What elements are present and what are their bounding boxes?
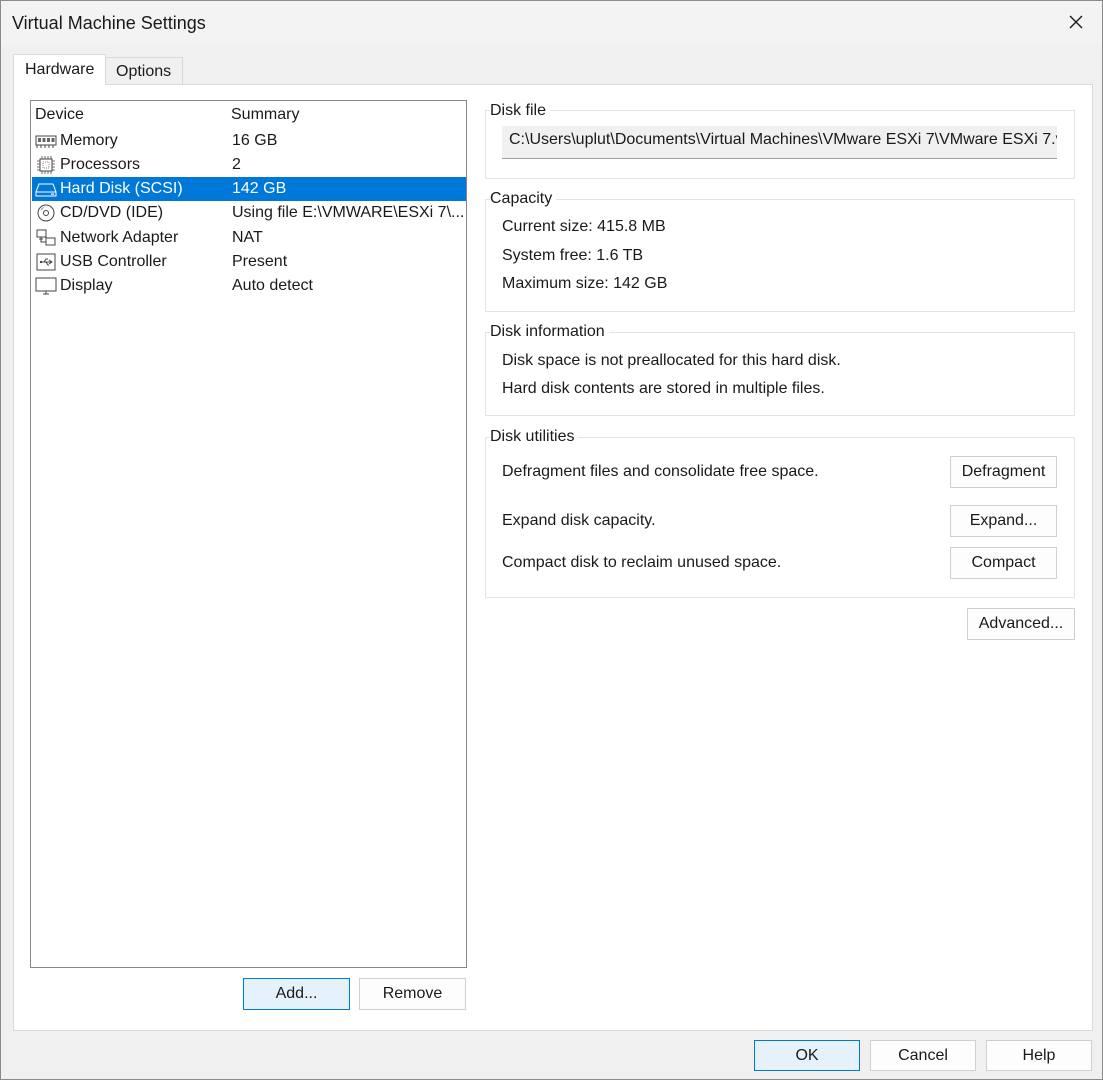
processor-icon <box>35 156 57 174</box>
disk-info-multiple-files-text: Hard disk contents are stored in multipl… <box>502 380 825 397</box>
help-button-label: Help <box>1022 1046 1056 1064</box>
hard-disk-icon <box>35 180 57 198</box>
system-free-text: System free: 1.6 TB <box>502 247 644 264</box>
device-list-header: Device Summary <box>31 106 466 128</box>
help-button[interactable]: Help <box>986 1040 1092 1071</box>
disk-file-path: C:\Users\uplut\Documents\Virtual Machine… <box>509 131 1057 148</box>
close-button[interactable] <box>1056 5 1096 39</box>
column-header-summary[interactable]: Summary <box>231 106 299 124</box>
device-name: Hard Disk (SCSI) <box>60 180 183 197</box>
add-button[interactable]: Add... <box>243 978 350 1010</box>
device-name: Memory <box>60 132 118 149</box>
advanced-button[interactable]: Advanced... <box>967 608 1075 640</box>
device-row-usb-controller[interactable]: USB Controller Present <box>32 250 466 274</box>
device-name: Network Adapter <box>60 229 179 246</box>
tab-options[interactable]: Options <box>105 57 184 85</box>
device-name: Processors <box>60 156 141 173</box>
compact-description: Compact disk to reclaim unused space. <box>502 554 782 571</box>
device-list[interactable]: Device Summary Memory 16 GB Processors 2… <box>30 100 467 968</box>
column-header-device[interactable]: Device <box>35 106 84 124</box>
memory-icon <box>35 132 57 150</box>
device-row-network-adapter[interactable]: Network Adapter NAT <box>32 226 466 250</box>
add-button-label: Add... <box>275 985 318 1002</box>
ok-button[interactable]: OK <box>754 1040 860 1071</box>
disk-info-preallocation-text: Disk space is not preallocated for this … <box>502 352 841 369</box>
expand-description: Expand disk capacity. <box>502 512 656 529</box>
device-name: CD/DVD (IDE) <box>60 204 164 221</box>
expand-button-label: Expand... <box>969 512 1038 529</box>
advanced-button-label: Advanced... <box>978 615 1064 632</box>
remove-button-label: Remove <box>382 985 443 1002</box>
device-summary: Auto detect <box>232 277 313 294</box>
compact-button-label: Compact <box>971 554 1036 571</box>
device-row-hard-disk[interactable]: Hard Disk (SCSI) 142 GB <box>32 177 466 201</box>
cd-dvd-icon <box>35 204 57 222</box>
device-row-cd-dvd[interactable]: CD/DVD (IDE) Using file E:\VMWARE\ESXi 7… <box>32 201 466 225</box>
device-row-processors[interactable]: Processors 2 <box>32 153 466 177</box>
remove-button[interactable]: Remove <box>359 978 466 1010</box>
device-row-memory[interactable]: Memory 16 GB <box>32 129 466 153</box>
capacity-label: Capacity <box>490 190 557 208</box>
tab-hardware[interactable]: Hardware <box>13 54 107 85</box>
close-icon <box>1069 15 1083 29</box>
device-summary: Using file E:\VMWARE\ESXi 7\... <box>232 204 464 221</box>
expand-button[interactable]: Expand... <box>950 505 1057 537</box>
disk-information-group <box>485 332 1075 416</box>
disk-file-path-field[interactable]: C:\Users\uplut\Documents\Virtual Machine… <box>502 126 1057 159</box>
ok-button-label: OK <box>795 1046 819 1064</box>
defragment-description: Defragment files and consolidate free sp… <box>502 463 819 480</box>
cancel-button[interactable]: Cancel <box>870 1040 976 1071</box>
display-icon <box>35 277 57 295</box>
device-summary: 16 GB <box>232 132 278 149</box>
defragment-button-label: Defragment <box>961 463 1046 480</box>
disk-information-label: Disk information <box>490 323 609 341</box>
device-row-display[interactable]: Display Auto detect <box>32 274 466 298</box>
device-name: USB Controller <box>60 253 167 270</box>
network-adapter-icon <box>35 229 57 247</box>
compact-button[interactable]: Compact <box>950 547 1057 579</box>
cancel-button-label: Cancel <box>898 1046 948 1064</box>
usb-controller-icon <box>35 253 57 271</box>
device-summary: NAT <box>232 229 263 246</box>
current-size-text: Current size: 415.8 MB <box>502 218 666 235</box>
disk-file-label: Disk file <box>490 102 551 120</box>
tab-hardware-label: Hardware <box>25 61 95 78</box>
device-name: Display <box>60 277 113 294</box>
defragment-button[interactable]: Defragment <box>950 456 1057 488</box>
disk-utilities-label: Disk utilities <box>490 428 579 446</box>
vm-settings-dialog: Virtual Machine Settings Hardware Option… <box>0 0 1103 1080</box>
device-summary: 142 GB <box>232 180 287 197</box>
device-summary: 2 <box>232 156 241 173</box>
device-summary: Present <box>232 253 288 270</box>
maximum-size-text: Maximum size: 142 GB <box>502 275 668 292</box>
window-title: Virtual Machine Settings <box>12 13 206 33</box>
title-bar: Virtual Machine Settings <box>1 1 1102 45</box>
tab-options-label: Options <box>116 62 172 80</box>
